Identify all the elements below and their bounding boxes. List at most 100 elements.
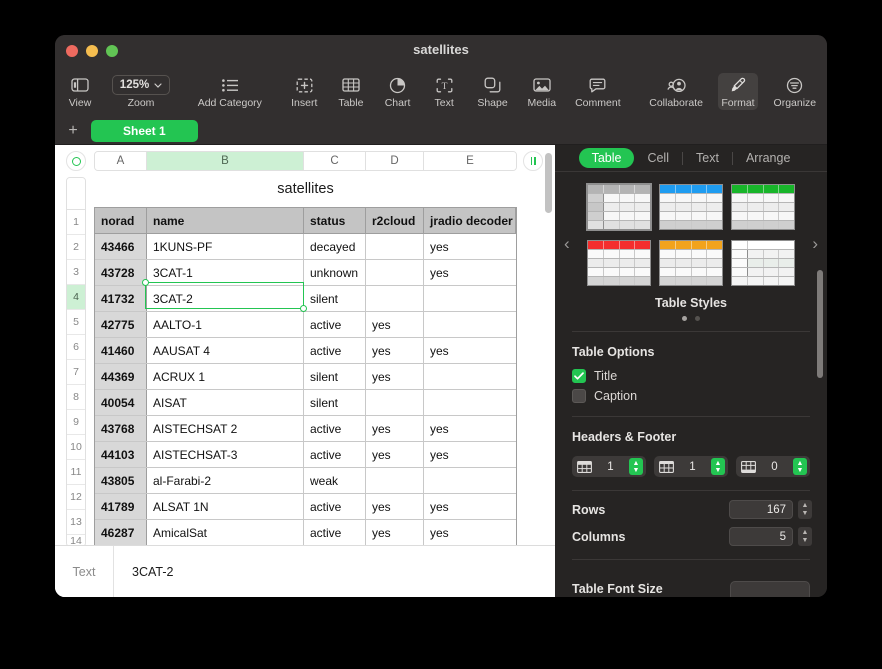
cell-norad[interactable]: 43805 (95, 468, 147, 493)
cell-norad[interactable]: 41460 (95, 338, 147, 363)
table-font-size-input[interactable] (730, 581, 810, 597)
toolbar-add-category-button[interactable]: Add Category (196, 73, 264, 110)
table-style-orange[interactable] (659, 240, 723, 286)
column-header-c[interactable]: C (304, 152, 366, 170)
header-rows-stepper-arrows[interactable]: ▲ ▼ (629, 458, 643, 475)
header-cell-norad[interactable]: norad (95, 208, 147, 233)
option-caption-row[interactable]: Caption (555, 386, 827, 406)
cell-r2cloud[interactable]: yes (366, 312, 424, 337)
table-style-blue[interactable] (659, 184, 723, 230)
header-columns-stepper-arrows[interactable]: ▲ ▼ (711, 458, 725, 475)
option-title-row[interactable]: Title (555, 366, 827, 386)
table-style-red[interactable] (587, 240, 651, 286)
cell-r2cloud[interactable] (366, 390, 424, 415)
cell-r2cloud[interactable] (366, 468, 424, 493)
status-bar-value[interactable]: 3CAT-2 (114, 565, 173, 579)
inspector-scrollbar[interactable] (817, 270, 823, 378)
cell-r2cloud[interactable]: yes (366, 494, 424, 519)
row-header-13[interactable]: 13 (67, 510, 85, 535)
pagination-dot-2[interactable] (695, 316, 700, 321)
cell-name[interactable]: AISTECHSAT-3 (147, 442, 304, 467)
cell-norad[interactable]: 42775 (95, 312, 147, 337)
cell-jradio[interactable] (424, 364, 516, 389)
chevron-right-icon[interactable]: › (812, 234, 818, 254)
cell-norad[interactable]: 43466 (95, 234, 147, 259)
toolbar-table-button[interactable]: Table (334, 73, 368, 110)
cell-jradio[interactable] (424, 468, 516, 493)
row-header-5[interactable]: 5 (67, 310, 85, 335)
header-cell-jradio[interactable]: jradio decoder (424, 208, 516, 233)
header-cell-name[interactable]: name (147, 208, 304, 233)
column-resize-handle[interactable] (523, 151, 543, 171)
cell-name[interactable]: AISAT (147, 390, 304, 415)
cell-status[interactable]: active (304, 494, 366, 519)
vertical-scrollbar[interactable] (545, 153, 552, 213)
cell-norad[interactable]: 44103 (95, 442, 147, 467)
cell-name[interactable]: 3CAT-1 (147, 260, 304, 285)
cell-r2cloud[interactable] (366, 260, 424, 285)
cell-status[interactable]: unknown (304, 260, 366, 285)
columns-count-stepper[interactable]: ▲ ▼ (798, 527, 812, 546)
cell-jradio[interactable]: yes (424, 260, 516, 285)
cell-name[interactable]: AISTECHSAT 2 (147, 416, 304, 441)
header-columns-stepper[interactable]: 1 ▲ ▼ (654, 456, 728, 477)
cell-jradio[interactable] (424, 390, 516, 415)
cell-status[interactable]: weak (304, 468, 366, 493)
caption-checkbox[interactable] (572, 389, 586, 403)
cell-status[interactable]: active (304, 442, 366, 467)
rows-count-stepper[interactable]: ▲ ▼ (798, 500, 812, 519)
table-style-green[interactable] (731, 184, 795, 230)
row-header-7[interactable]: 7 (67, 360, 85, 385)
table-style-gray[interactable] (586, 183, 652, 231)
table-style-white[interactable] (731, 240, 795, 286)
cell-name[interactable]: ALSAT 1N (147, 494, 304, 519)
cell-name[interactable]: AmicalSat (147, 520, 304, 545)
cell-norad[interactable]: 40054 (95, 390, 147, 415)
toolbar-view-button[interactable]: View (63, 73, 97, 110)
cell-jradio[interactable] (424, 312, 516, 337)
columns-count-input[interactable]: 5 (729, 527, 793, 546)
header-cell-status[interactable]: status (304, 208, 366, 233)
cell-jradio[interactable]: yes (424, 520, 516, 545)
cell-jradio[interactable]: yes (424, 494, 516, 519)
row-header-11[interactable]: 11 (67, 460, 85, 485)
add-sheet-button[interactable]: + (65, 122, 81, 139)
cell-status[interactable]: active (304, 312, 366, 337)
table-title[interactable]: satellites (94, 181, 517, 197)
cell-jradio[interactable]: yes (424, 442, 516, 467)
cell-status[interactable]: decayed (304, 234, 366, 259)
toolbar-shape-button[interactable]: Shape (474, 73, 511, 110)
tab-table[interactable]: Table (578, 148, 635, 168)
toolbar-insert-button[interactable]: Insert (287, 73, 321, 110)
cell-status[interactable]: active (304, 338, 366, 363)
cell-r2cloud[interactable]: yes (366, 364, 424, 389)
cell-norad[interactable]: 41789 (95, 494, 147, 519)
row-header-8[interactable]: 8 (67, 385, 85, 410)
tab-cell[interactable]: Cell (634, 148, 682, 168)
cell-r2cloud[interactable] (366, 286, 424, 311)
title-checkbox[interactable] (572, 369, 586, 383)
header-cell-r2cloud[interactable]: r2cloud (366, 208, 424, 233)
column-header-a[interactable]: A (95, 152, 147, 170)
row-header-3[interactable]: 3 (67, 260, 85, 285)
toolbar-media-button[interactable]: Media (524, 73, 560, 110)
cell-norad[interactable]: 43768 (95, 416, 147, 441)
row-header-2[interactable]: 2 (67, 235, 85, 260)
toolbar-chart-button[interactable]: Chart (381, 73, 415, 110)
header-rows-stepper[interactable]: 1 ▲ ▼ (572, 456, 646, 477)
cell-r2cloud[interactable]: yes (366, 442, 424, 467)
toolbar-organize-button[interactable]: Organize (771, 73, 819, 110)
tab-arrange[interactable]: Arrange (733, 148, 803, 168)
cell-norad[interactable]: 41732 (95, 286, 147, 311)
chevron-left-icon[interactable]: ‹ (564, 234, 570, 254)
row-header-10[interactable]: 10 (67, 435, 85, 460)
toolbar-text-button[interactable]: T Text (427, 73, 461, 110)
cell-status[interactable]: active (304, 416, 366, 441)
row-header-12[interactable]: 12 (67, 485, 85, 510)
tab-text[interactable]: Text (683, 148, 732, 168)
cell-r2cloud[interactable] (366, 234, 424, 259)
footer-rows-stepper[interactable]: 0 ▲ ▼ (736, 456, 810, 477)
cell-status[interactable]: active (304, 520, 366, 545)
toolbar-collaborate-button[interactable]: Collaborate (647, 73, 705, 110)
row-header-1[interactable]: 1 (67, 210, 85, 235)
